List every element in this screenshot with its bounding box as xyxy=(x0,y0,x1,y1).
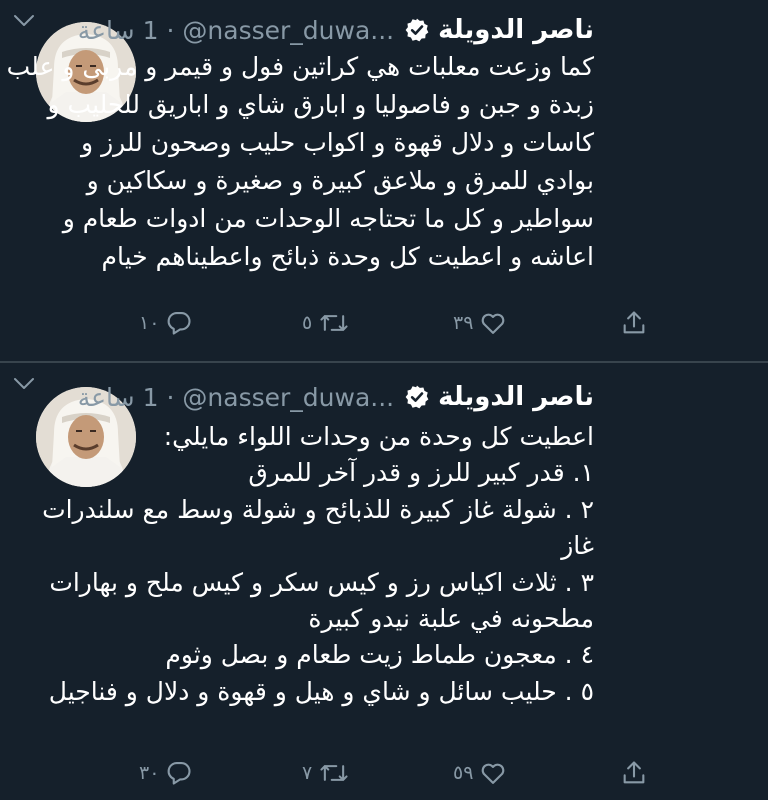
tweet[interactable]: ناصر الدويلة @nasser_duwa... · 1 ساعة اع… xyxy=(0,363,768,800)
tweet-text-line: كاسات و دلال قهوة و اكواب حليب وصحون للر… xyxy=(81,128,594,157)
retweet-button[interactable]: ٧ xyxy=(302,756,350,790)
tweet-text: اعطيت كل وحدة من وحدات اللواء مايلي: ١. … xyxy=(14,419,594,710)
tweet-text-line: مطحونه في علبة نيدو كبيرة xyxy=(308,604,594,634)
tweet-text-line: اعاشه و اعطيت كل وحدة ذبائح واعطيناهم خي… xyxy=(101,242,594,271)
author-name[interactable]: ناصر الدويلة xyxy=(438,15,594,45)
retweet-icon xyxy=(320,315,348,331)
tweet-text-line: بوادي للمرق و ملاعق كبيرة و صغيرة و سكاك… xyxy=(86,166,594,195)
share-icon xyxy=(623,311,645,334)
chevron-down-icon[interactable] xyxy=(12,12,36,30)
heart-icon xyxy=(482,763,505,784)
author-name[interactable]: ناصر الدويلة xyxy=(438,382,594,412)
tweet-text-line: ٥ . حليب سائل و شاي و هيل و قهوة و دلال … xyxy=(48,676,594,706)
timeline-feed: ناصر الدويلة @nasser_duwa... · 1 ساعة كم… xyxy=(0,0,768,800)
reply-icon xyxy=(168,762,191,785)
tweet[interactable]: ناصر الدويلة @nasser_duwa... · 1 ساعة كم… xyxy=(0,0,768,362)
tweet-text: كما وزعت معلبات هي كراتين فول و قيمر و م… xyxy=(6,48,594,276)
author-handle[interactable]: @nasser_duwa... xyxy=(182,16,394,45)
separator-dot: · xyxy=(166,15,175,45)
retweet-count: ٥ xyxy=(302,312,313,334)
share-button[interactable] xyxy=(620,756,648,790)
verified-badge-icon xyxy=(404,384,430,410)
tweet-text-line: ٣ . ثلاث اكياس رز و كيس سكر و كيس ملح و … xyxy=(49,567,594,597)
share-button[interactable] xyxy=(620,306,648,340)
tweet-text-line: اعطيت كل وحدة من وحدات اللواء مايلي: xyxy=(163,422,594,451)
tweet-text-line: ٤ . معجون طماط زيت طعام و بصل وثوم xyxy=(165,640,594,670)
tweet-actions: ٣٠ ٧ ٥٩ xyxy=(14,756,645,790)
tweet-header: ناصر الدويلة @nasser_duwa... · 1 ساعة xyxy=(18,377,594,417)
like-button[interactable]: ٥٩ xyxy=(453,756,507,790)
separator-dot: · xyxy=(166,382,175,412)
reply-count: ١٠ xyxy=(139,312,160,334)
author-handle[interactable]: @nasser_duwa... xyxy=(182,383,394,412)
reply-button[interactable]: ٣٠ xyxy=(139,756,193,790)
retweet-icon xyxy=(320,765,348,781)
tweet-timestamp[interactable]: 1 ساعة xyxy=(78,383,159,412)
like-count: ٥٩ xyxy=(453,762,474,784)
tweet-text-line: ٢ . شولة غاز كبيرة للذبائح و شولة وسط مع… xyxy=(42,494,594,524)
like-count: ٣٩ xyxy=(453,312,474,334)
reply-icon xyxy=(168,312,191,335)
share-icon xyxy=(623,761,645,784)
retweet-count: ٧ xyxy=(302,762,313,784)
heart-icon xyxy=(482,313,505,334)
tweet-text-line: سواطير و كل ما تحتاجه الوحدات من ادوات ط… xyxy=(62,204,594,233)
reply-count: ٣٠ xyxy=(139,762,160,784)
reply-button[interactable]: ١٠ xyxy=(139,306,193,340)
tweet-text-line: ١. قدر كبير للرز و قدر آخر للمرق xyxy=(248,458,594,488)
tweet-text-line: غاز xyxy=(561,531,594,561)
retweet-button[interactable]: ٥ xyxy=(302,306,350,340)
verified-badge-icon xyxy=(404,17,430,43)
tweet-header: ناصر الدويلة @nasser_duwa... · 1 ساعة xyxy=(18,10,594,50)
like-button[interactable]: ٣٩ xyxy=(453,306,507,340)
tweet-text-line: زبدة و جبن و فاصوليا و ابارق شاي و اباري… xyxy=(47,90,594,119)
tweet-text-line: كما وزعت معلبات هي كراتين فول و قيمر و م… xyxy=(6,52,594,81)
chevron-down-icon[interactable] xyxy=(12,375,36,393)
tweet-timestamp[interactable]: 1 ساعة xyxy=(78,16,159,45)
tweet-actions: ١٠ ٥ ٣٩ xyxy=(14,306,645,340)
